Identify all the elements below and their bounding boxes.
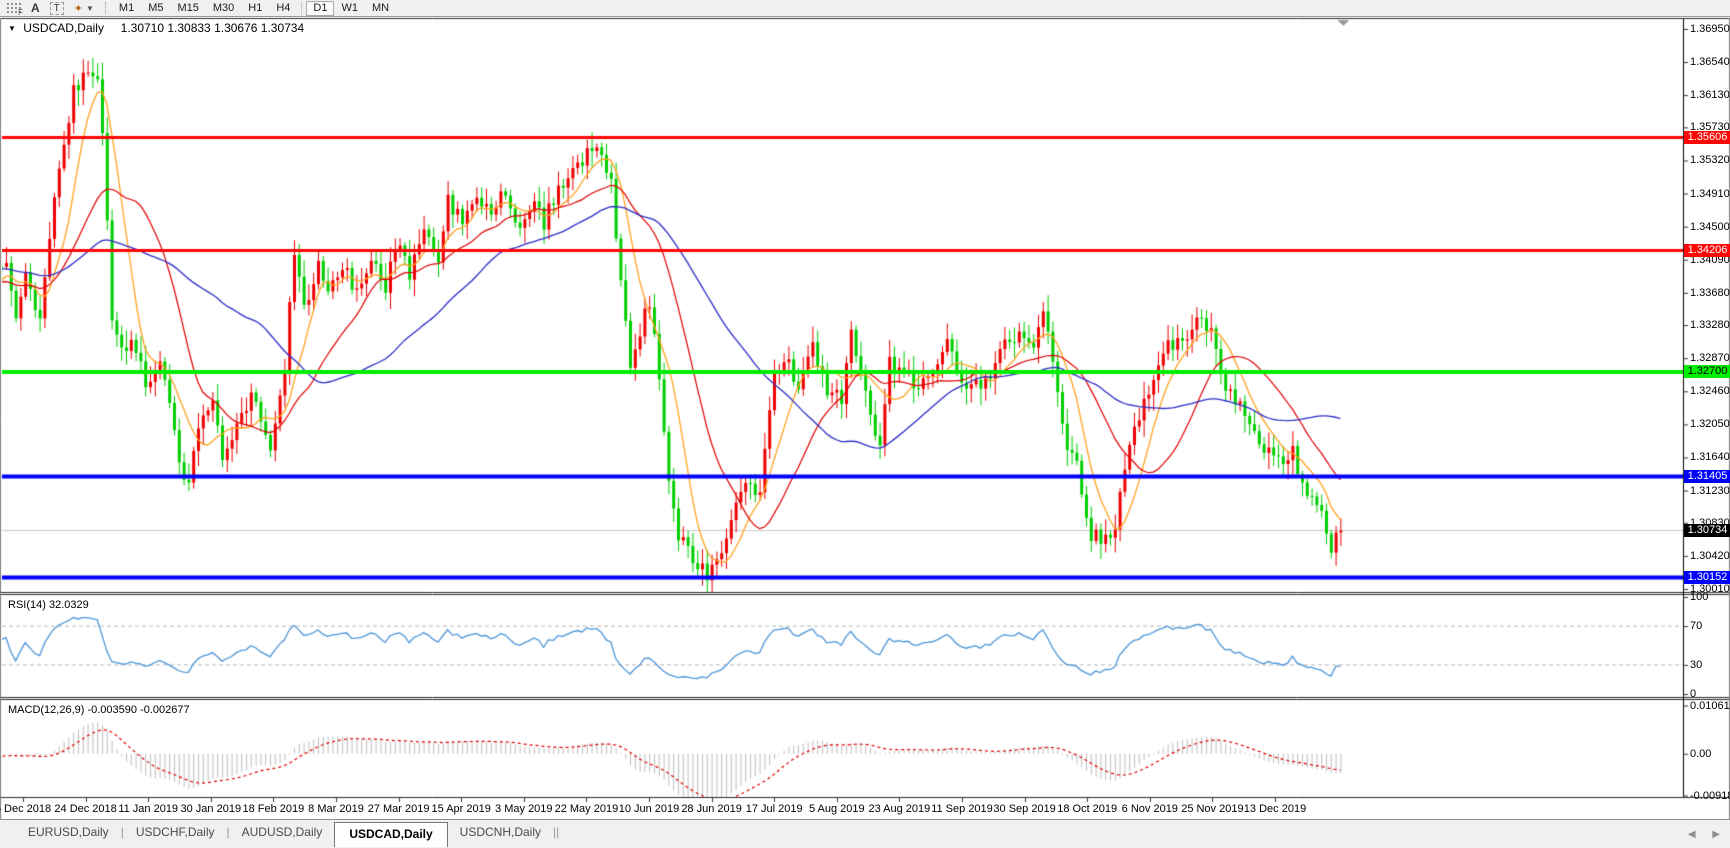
arrow-tools-button[interactable]: ✦ ▼ — [69, 0, 99, 16]
price-axis-tick: 1.36540 — [1690, 56, 1730, 68]
timeframe-button-h1[interactable]: H1 — [241, 1, 269, 16]
rsi-axis-tick: 0 — [1690, 688, 1697, 700]
chart-canvas[interactable] — [0, 0, 1730, 848]
date-axis-label: 17 Jul 2019 — [745, 803, 803, 815]
date-axis-label: 8 Mar 2019 — [308, 803, 364, 815]
tab-usdcad[interactable]: USDCAD,Daily — [334, 822, 448, 847]
rsi-axis-tick: 70 — [1690, 620, 1703, 633]
date-axis-label: 27 Mar 2019 — [367, 803, 430, 815]
macd-axis-tick: 0.010615 — [1690, 699, 1730, 712]
timeframe-button-m5[interactable]: M5 — [141, 1, 170, 16]
price-axis-tick: 1.32050 — [1690, 418, 1730, 431]
timeframe-button-mn[interactable]: MN — [365, 1, 396, 16]
macd-axis-tick: 0.00 — [1690, 747, 1712, 760]
price-axis-tick: 1.36130 — [1690, 89, 1730, 102]
toolbar: F A T ✦ ▼ M1 M5 M15 M30 H1 H4 D1 W1 MN — [0, 0, 1730, 17]
date-axis-label: 5 Aug 2019 — [808, 803, 865, 815]
date-axis-label: 30 Sep 2019 — [993, 803, 1056, 815]
date-axis-label: 3 May 2019 — [495, 803, 553, 815]
grid-pattern-icon[interactable]: F — [0, 0, 26, 17]
price-axis-tick: 1.32870 — [1690, 352, 1730, 365]
timeframe-button-w1[interactable]: W1 — [334, 1, 365, 16]
date-axis-label: 30 Jan 2019 — [180, 803, 242, 815]
tab-audusd[interactable]: AUDUSD,Daily — [230, 820, 335, 843]
date-axis-label: 15 Apr 2019 — [431, 803, 491, 815]
timeframe-button-m30[interactable]: M30 — [206, 1, 241, 16]
date-axis-label: 28 Jun 2019 — [681, 803, 742, 815]
macd-label: MACD(12,26,9) -0.003590 -0.002677 — [8, 704, 190, 716]
price-axis-tick: 1.33680 — [1690, 286, 1730, 299]
tab-separator: | — [556, 825, 560, 839]
price-line-label: 1.30152 — [1684, 571, 1730, 585]
date-axis-label: 24 Dec 2018 — [54, 803, 117, 815]
price-line-label: 1.34206 — [1684, 243, 1730, 257]
price-axis-tick: 1.36950 — [1690, 22, 1730, 35]
text-box-tool-button[interactable]: T — [45, 0, 69, 16]
price-axis-tick: 1.34500 — [1690, 220, 1730, 233]
price-axis-tick: 1.32460 — [1690, 385, 1730, 398]
date-axis-label: 22 May 2019 — [554, 803, 619, 815]
chart-tab-bar: EURUSD,Daily | USDCHF,Daily | AUDUSD,Daily US… — [0, 819, 1730, 848]
text-label-tool-button[interactable]: A — [26, 0, 45, 16]
date-axis-label: 13 Dec 2019 — [1243, 803, 1307, 815]
ohlc-values: 1.30710 1.30833 1.30676 1.30734 — [120, 21, 305, 35]
timeframe-group: M1 M5 M15 M30 H1 H4 D1 W1 MN — [112, 0, 396, 16]
date-axis-label: 25 Nov 2019 — [1181, 803, 1244, 815]
date-axis-label: 11 Sep 2019 — [931, 803, 993, 815]
symbol-period-label: USDCAD,Daily — [23, 21, 104, 35]
arrow-tools-icon: ✦ — [73, 2, 83, 15]
macd-axis-tick: -0.009181 — [1690, 789, 1730, 802]
timeframe-button-d1[interactable]: D1 — [306, 0, 335, 16]
toolbar-separator — [104, 2, 106, 14]
tab-scroll-right-icon[interactable]: ▶ — [1712, 829, 1720, 840]
tab-usdchf[interactable]: USDCHF,Daily — [124, 820, 227, 843]
price-axis-tick: 1.31640 — [1690, 451, 1730, 464]
current-price-label: 1.30734 — [1684, 524, 1730, 538]
chart-tabs: EURUSD,Daily | USDCHF,Daily | AUDUSD,Daily US… — [16, 820, 559, 847]
text-box-icon: T — [49, 1, 64, 15]
collapse-triangle-icon[interactable]: ▼ — [8, 24, 16, 33]
rsi-axis-tick: 100 — [1690, 591, 1709, 603]
date-axis-label: 18 Oct 2019 — [1057, 803, 1118, 815]
price-line-label: 1.31405 — [1684, 469, 1730, 483]
date-axis-label: 10 Jun 2019 — [618, 803, 680, 815]
date-axis-label: 23 Aug 2019 — [868, 803, 931, 815]
price-axis-tick: 1.33280 — [1690, 319, 1730, 332]
chart-title: ▼ USDCAD,Daily 1.30710 1.30833 1.30676 1… — [8, 21, 304, 35]
dropdown-caret-icon: ▼ — [86, 3, 94, 13]
timeframe-button-m1[interactable]: M1 — [112, 1, 141, 16]
rsi-axis-tick: 30 — [1690, 658, 1703, 671]
timeframe-button-m15[interactable]: M15 — [170, 1, 205, 16]
date-axis-label: 6 Nov 2019 — [1121, 803, 1178, 815]
tab-usdcnh[interactable]: USDCNH,Daily — [448, 820, 553, 843]
date-axis-label: 18 Feb 2019 — [242, 803, 305, 815]
price-axis-tick: 1.35320 — [1690, 154, 1730, 167]
tab-eurusd[interactable]: EURUSD,Daily — [16, 820, 121, 843]
price-line-label: 1.35606 — [1684, 130, 1730, 144]
timeframe-button-h4[interactable]: H4 — [269, 1, 297, 16]
price-axis-tick: 1.34910 — [1690, 187, 1730, 200]
price-axis-tick: 1.31230 — [1690, 484, 1730, 497]
date-axis-label: 11 Jan 2019 — [118, 803, 179, 815]
rsi-label: RSI(14) 32.0329 — [8, 599, 89, 611]
price-axis-tick: 1.30420 — [1690, 549, 1730, 562]
price-line-label: 1.32700 — [1684, 365, 1730, 379]
date-axis-label: 5 Dec 2018 — [0, 803, 52, 815]
tab-scroll-left-icon[interactable]: ◀ — [1688, 829, 1696, 840]
toolbar-separator — [301, 1, 303, 15]
terminal-window: F A T ✦ ▼ M1 M5 M15 M30 H1 H4 D1 W1 MN ▼ USDCAD,… — [0, 0, 1730, 848]
